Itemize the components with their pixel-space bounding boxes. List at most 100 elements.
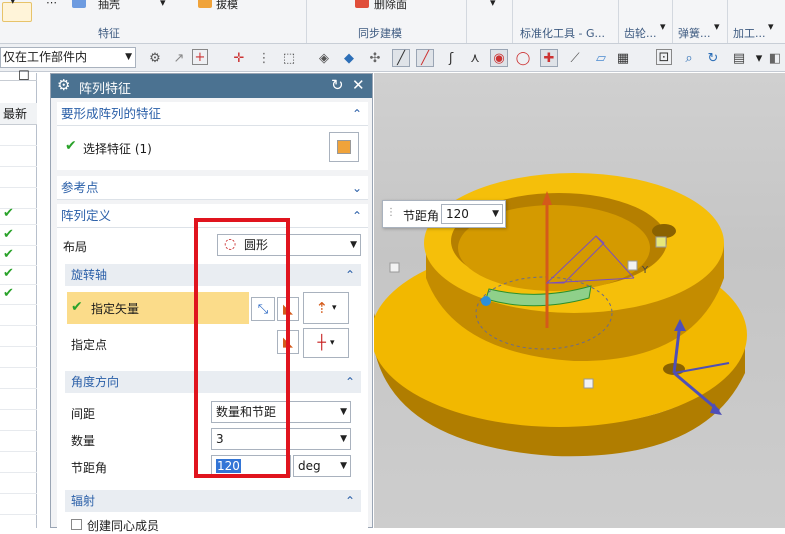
navigator-row[interactable]	[0, 494, 37, 515]
check-icon: ✔	[3, 247, 14, 262]
navigator-row[interactable]	[0, 167, 37, 188]
drag-handle-icon[interactable]: ⋮	[386, 207, 396, 218]
line-snap-icon[interactable]: ╱	[392, 49, 410, 67]
on-screen-input-popup: ⋮ 节距角 120 ▼	[382, 200, 506, 228]
chevron-down-icon[interactable]: ▾	[768, 20, 774, 33]
navigator-row[interactable]: ✔	[0, 284, 37, 305]
delete-face-button[interactable]: 删除面	[374, 0, 407, 12]
check-icon: ✔	[3, 286, 14, 301]
quick-pick-icon[interactable]: ✛	[230, 49, 248, 67]
section-header-reference-point[interactable]: 参考点 ⌄	[57, 176, 368, 200]
features-section-body: ✔ 选择特征 (1)	[57, 126, 368, 170]
subsection-title: 旋转轴	[71, 268, 108, 282]
navigator-row[interactable]	[0, 431, 37, 452]
count-label: 数量	[71, 434, 96, 448]
navigator-row[interactable]	[0, 347, 37, 368]
selection-intent-icon[interactable]: ↗	[170, 49, 188, 67]
check-icon: ✔	[65, 138, 77, 154]
group-label-machining[interactable]: 加工...	[733, 25, 766, 41]
fit-view-icon[interactable]: ⊡	[656, 49, 672, 65]
chevron-down-icon[interactable]: ▾	[714, 20, 720, 33]
view-icon[interactable]: ◈	[315, 49, 333, 67]
filter-icon[interactable]: ⋮	[255, 49, 273, 67]
select-feature-label[interactable]: 选择特征 (1)	[83, 140, 152, 157]
reset-icon[interactable]: ↻	[331, 76, 344, 94]
quadrant-snap-icon[interactable]: ◯	[514, 49, 532, 67]
vector-type-dropdown[interactable]: ⇡ ▾	[303, 292, 349, 324]
navigator-row[interactable]	[0, 125, 37, 146]
handle-square[interactable]	[655, 236, 667, 248]
group-label-gear[interactable]: 齿轮...	[624, 25, 657, 41]
endpoint-snap-icon[interactable]: ╱	[416, 49, 434, 67]
concentric-members-checkbox[interactable]	[71, 519, 82, 530]
navigator-row[interactable]	[0, 473, 37, 494]
navigator-row[interactable]	[0, 305, 37, 326]
point-on-curve-icon[interactable]: ⟋	[566, 49, 584, 67]
navigator-row[interactable]: ✔	[0, 264, 37, 285]
dialog-title-bar[interactable]: ⚙ 阵列特征 ↻ ✕	[51, 74, 372, 98]
column-header-latest[interactable]: 最新	[0, 103, 37, 125]
selection-filter-dropdown[interactable]: 仅在工作部件内 ▼	[0, 47, 136, 68]
navigator-row[interactable]	[0, 146, 37, 167]
chevron-down-icon: ▼	[350, 240, 357, 250]
navigator-row[interactable]: ✔	[0, 225, 37, 246]
section-header-features[interactable]: 要形成阵列的特征 ⌃	[57, 102, 368, 126]
subsection-header-radiation[interactable]: 辐射 ⌃	[65, 490, 361, 512]
select-feature-button[interactable]	[329, 132, 359, 162]
curve-snap-icon[interactable]: ʃ	[442, 49, 460, 67]
rectangle-select-icon[interactable]: ⬚	[280, 49, 298, 67]
solid-body-icon[interactable]: ◆	[340, 49, 358, 67]
chevron-down-icon[interactable]: ▾	[660, 20, 666, 33]
handle-square[interactable]	[583, 378, 594, 389]
red-highlight-box	[194, 218, 290, 478]
edge-icon[interactable]: ✣	[366, 49, 384, 67]
point-type-dropdown[interactable]: ┼ ▾	[303, 328, 349, 358]
reference-point-handle[interactable]	[481, 296, 491, 306]
center-snap-icon[interactable]: ◉	[490, 49, 508, 67]
pitch-unit-dropdown[interactable]: deg ▼	[293, 455, 351, 477]
navigator-row[interactable]: ✔	[0, 245, 37, 266]
more-dropdown-icon[interactable]: ▾	[490, 0, 496, 9]
grid-icon[interactable]: ▦	[614, 49, 632, 67]
handle-square[interactable]	[627, 260, 638, 271]
shell-icon	[72, 0, 86, 8]
popup-label: 节距角	[403, 209, 440, 223]
zoom-icon[interactable]: ⌕	[680, 49, 698, 67]
navigator-row[interactable]	[0, 389, 37, 410]
check-icon: ✔	[3, 227, 14, 242]
ribbon: ▾ ⋯ 抽壳 特征 ▾ 拔模 删除面 同步建模 ▾ 标准化工具 - G... 齿…	[0, 0, 785, 44]
group-separator	[512, 0, 513, 43]
group-label-sync: 同步建模	[358, 27, 402, 40]
navigator-row[interactable]	[0, 326, 37, 347]
point-on-face-icon[interactable]: ▱	[592, 49, 610, 67]
select-box-icon[interactable]: +	[192, 49, 208, 65]
section-title: 阵列定义	[61, 208, 112, 223]
maximize-icon[interactable]: ☐	[18, 69, 30, 84]
orient-view-icon[interactable]: ▤	[730, 49, 748, 67]
shell-button[interactable]: 抽壳	[98, 0, 120, 12]
chevron-down-icon: ▼	[492, 209, 499, 219]
subsection-title: 辐射	[71, 494, 96, 508]
active-command-button[interactable]	[2, 2, 32, 22]
handle-square[interactable]	[389, 262, 400, 273]
navigator-row[interactable]	[0, 452, 37, 473]
existing-point-snap-icon[interactable]: ✚	[540, 49, 558, 67]
snap-options-icon[interactable]: ⚙	[146, 49, 164, 67]
navigator-row[interactable]: ✔	[0, 204, 37, 225]
misc-button[interactable]: ⋯	[46, 0, 57, 9]
more-dropdown-icon[interactable]: ▾	[160, 0, 166, 9]
navigator-row[interactable]	[0, 368, 37, 389]
rotate-icon[interactable]: ↻	[704, 49, 722, 67]
draft-button[interactable]: 拔模	[216, 0, 238, 12]
part-model: Y	[374, 173, 747, 457]
popup-pitch-angle-input[interactable]: 120 ▼	[441, 204, 503, 224]
group-label-standard-tools[interactable]: 标准化工具 - G...	[520, 25, 605, 41]
close-icon[interactable]: ✕	[352, 76, 365, 94]
navigator-row[interactable]	[0, 410, 37, 431]
dropdown-arrow-icon[interactable]: ▾	[10, 0, 16, 7]
group-label-spring[interactable]: 弹簧...	[678, 25, 711, 41]
render-style-icon[interactable]: ◧	[766, 49, 784, 67]
group-separator	[672, 0, 673, 43]
intersection-snap-icon[interactable]: ⋏	[466, 49, 484, 67]
graphics-viewport[interactable]: Y ⋮ 节距角 120 ▼	[374, 73, 785, 528]
